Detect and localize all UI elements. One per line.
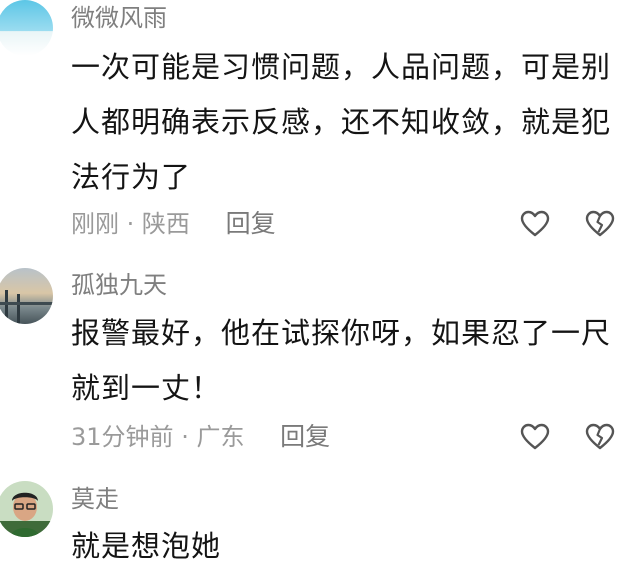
avatar[interactable] [0,268,53,324]
comment-meta: 刚刚 · 陕西 回复 [71,209,276,239]
timestamp: 31分钟前 [71,423,174,451]
reply-button[interactable]: 回复 [226,209,276,238]
separator: · [126,210,135,238]
comment-text: 报警最好，他在试探你呀，如果忍了一尺就到一丈！ [71,316,612,405]
comment-text: 就是想泡她 [71,529,222,563]
comment-text: 一次可能是习惯问题，人品问题，可是别人都明确表示反感，还不知收敛，就是犯法行为了 [71,50,612,194]
reply-button[interactable]: 回复 [280,422,330,451]
location: 广东 [196,423,245,451]
avatar[interactable] [0,0,53,56]
timestamp: 刚刚 [71,210,119,238]
heart-outline-icon[interactable] [520,210,550,238]
location: 陕西 [141,210,190,238]
heart-outline-icon[interactable] [520,423,550,451]
username[interactable]: 莫走 [71,484,119,514]
avatar[interactable] [0,481,53,537]
comment-meta: 31分钟前 · 广东 回复 [71,422,330,452]
separator: · [181,423,189,451]
broken-heart-icon[interactable] [585,423,615,451]
username[interactable]: 孤独九天 [71,270,167,300]
username[interactable]: 微微风雨 [71,3,167,33]
broken-heart-icon[interactable] [585,210,615,238]
